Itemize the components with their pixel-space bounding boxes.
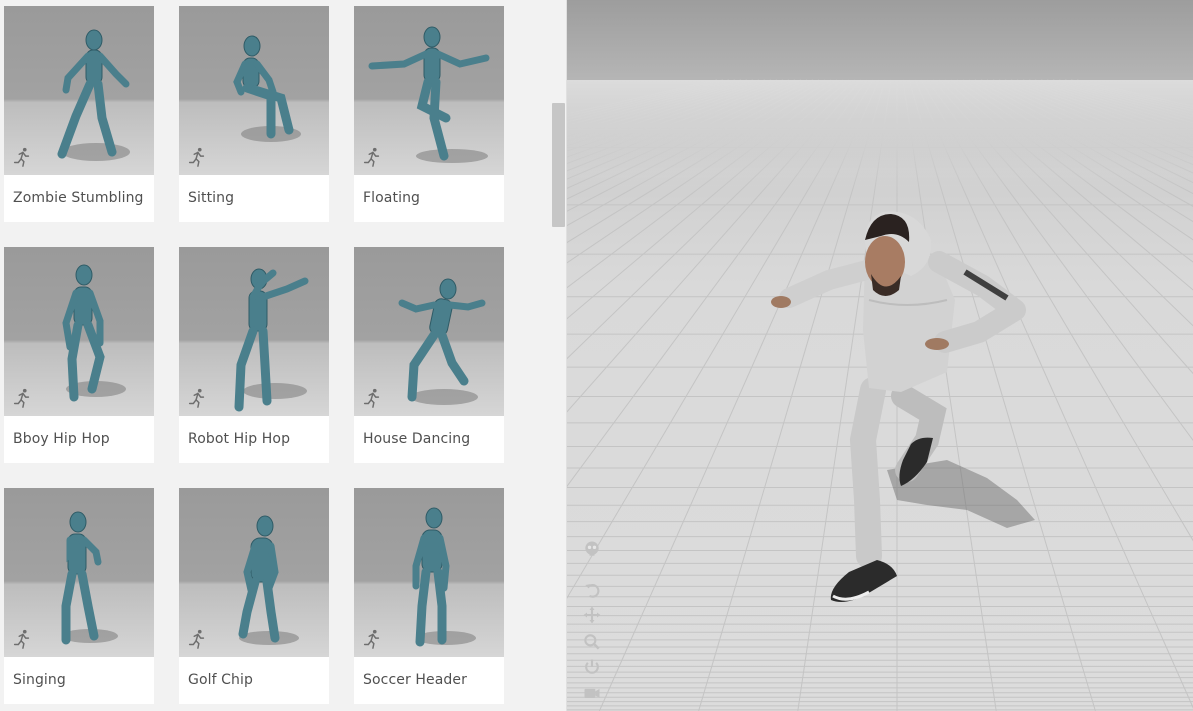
animation-card[interactable]: Golf Chip xyxy=(179,488,329,704)
animation-card[interactable]: Soccer Header xyxy=(354,488,504,704)
animation-library-panel: Zombie Stumbling Sitting Floating Bboy H… xyxy=(0,0,566,711)
running-person-icon xyxy=(13,388,30,408)
running-person-icon xyxy=(188,388,205,408)
library-scrollbar-thumb[interactable] xyxy=(552,103,565,227)
running-person-icon xyxy=(363,388,380,408)
animation-card-label: Sitting xyxy=(188,190,235,206)
reset-view-icon[interactable] xyxy=(581,579,603,601)
animation-thumbnail xyxy=(4,488,154,657)
animation-card-label: Bboy Hip Hop xyxy=(13,431,110,447)
animation-card-label: House Dancing xyxy=(363,431,471,447)
animation-card[interactable]: House Dancing xyxy=(354,247,504,463)
animation-thumbnail xyxy=(179,6,329,175)
animation-card-label: Zombie Stumbling xyxy=(13,190,144,206)
3d-viewport[interactable] xyxy=(566,0,1193,711)
skeleton-toggle-icon[interactable] xyxy=(581,538,603,560)
animation-card-label: Golf Chip xyxy=(188,672,254,688)
animation-card-label: Floating xyxy=(363,190,421,206)
running-person-icon xyxy=(13,629,30,649)
animation-card-label: Singing xyxy=(13,672,66,688)
pan-icon[interactable] xyxy=(581,604,603,626)
animation-card[interactable]: Robot Hip Hop xyxy=(179,247,329,463)
running-person-icon xyxy=(363,147,380,167)
animation-card[interactable]: Singing xyxy=(4,488,154,704)
animation-thumbnail xyxy=(179,247,329,416)
animation-thumbnail xyxy=(354,6,504,175)
camera-icon[interactable] xyxy=(581,682,603,704)
running-person-icon xyxy=(188,147,205,167)
animation-thumbnail xyxy=(4,6,154,175)
animation-thumbnail xyxy=(354,488,504,657)
animation-card[interactable]: Sitting xyxy=(179,6,329,222)
animation-card[interactable]: Zombie Stumbling xyxy=(4,6,154,222)
animation-card-label: Robot Hip Hop xyxy=(188,431,291,447)
animation-card[interactable]: Bboy Hip Hop xyxy=(4,247,154,463)
animation-thumbnail xyxy=(4,247,154,416)
power-icon[interactable] xyxy=(581,656,603,678)
running-person-icon xyxy=(13,147,30,167)
running-person-icon xyxy=(188,629,205,649)
animation-thumbnail xyxy=(354,247,504,416)
animation-thumbnail xyxy=(179,488,329,657)
animation-card[interactable]: Floating xyxy=(354,6,504,222)
running-person-icon xyxy=(363,629,380,649)
avatar-character xyxy=(771,211,1035,602)
animation-card-label: Soccer Header xyxy=(363,672,467,688)
zoom-icon[interactable] xyxy=(581,631,603,653)
